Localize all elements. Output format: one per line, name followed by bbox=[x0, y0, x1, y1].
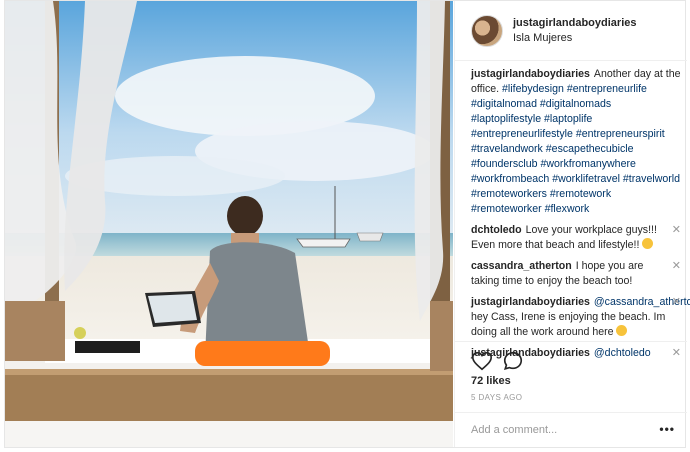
post-card: justagirlandaboydiaries Isla Mujeres jus… bbox=[4, 0, 690, 448]
caption-hashtags[interactable]: #lifebydesign #entrepreneurlife #digital… bbox=[471, 83, 680, 215]
caption: justagirlandaboydiaries Another day at th… bbox=[471, 67, 681, 217]
add-comment-input[interactable] bbox=[471, 421, 641, 439]
beach-photo-illustration bbox=[5, 1, 453, 447]
grin-emoji-icon bbox=[616, 325, 628, 336]
post-sidebar: justagirlandaboydiaries Isla Mujeres jus… bbox=[454, 1, 690, 447]
add-comment-bar: ••• bbox=[455, 412, 687, 447]
comment-item: justagirlandaboydiaries @cassandra_athert… bbox=[471, 295, 690, 340]
comment-item: dchtoledo Love your workplace guys!!! Eve… bbox=[471, 223, 681, 253]
comment-username[interactable]: cassandra_atherton bbox=[471, 260, 572, 272]
delete-comment-icon[interactable]: ✕ bbox=[672, 295, 681, 310]
comment-username[interactable]: dchtoledo bbox=[471, 224, 522, 236]
heart-icon[interactable] bbox=[471, 350, 493, 372]
likes-count[interactable]: 72 likes bbox=[471, 375, 511, 387]
delete-comment-icon[interactable]: ✕ bbox=[672, 259, 681, 274]
delete-comment-icon[interactable]: ✕ bbox=[672, 223, 681, 238]
caption-username[interactable]: justagirlandaboydiaries bbox=[471, 68, 590, 80]
comment-username[interactable]: justagirlandaboydiaries bbox=[471, 296, 590, 308]
comment-text: hey Cass, Irene is enjoying the beach. I… bbox=[471, 311, 666, 338]
comments-list: justagirlandaboydiaries Another day at th… bbox=[471, 67, 690, 367]
post-actions: 72 likes 5 DAYS AGO bbox=[455, 341, 687, 411]
post-timestamp[interactable]: 5 DAYS AGO bbox=[471, 393, 522, 402]
more-options-icon[interactable]: ••• bbox=[659, 422, 675, 436]
post-header: justagirlandaboydiaries Isla Mujeres bbox=[455, 1, 687, 61]
comment-bubble-icon[interactable] bbox=[502, 350, 524, 372]
header-location[interactable]: Isla Mujeres bbox=[513, 32, 572, 44]
comment-item: cassandra_atherton I hope you are taking … bbox=[471, 259, 681, 289]
header-username[interactable]: justagirlandaboydiaries bbox=[513, 17, 636, 29]
avatar[interactable] bbox=[471, 15, 503, 47]
post-photo[interactable] bbox=[5, 1, 453, 447]
smile-emoji-icon bbox=[642, 238, 654, 249]
